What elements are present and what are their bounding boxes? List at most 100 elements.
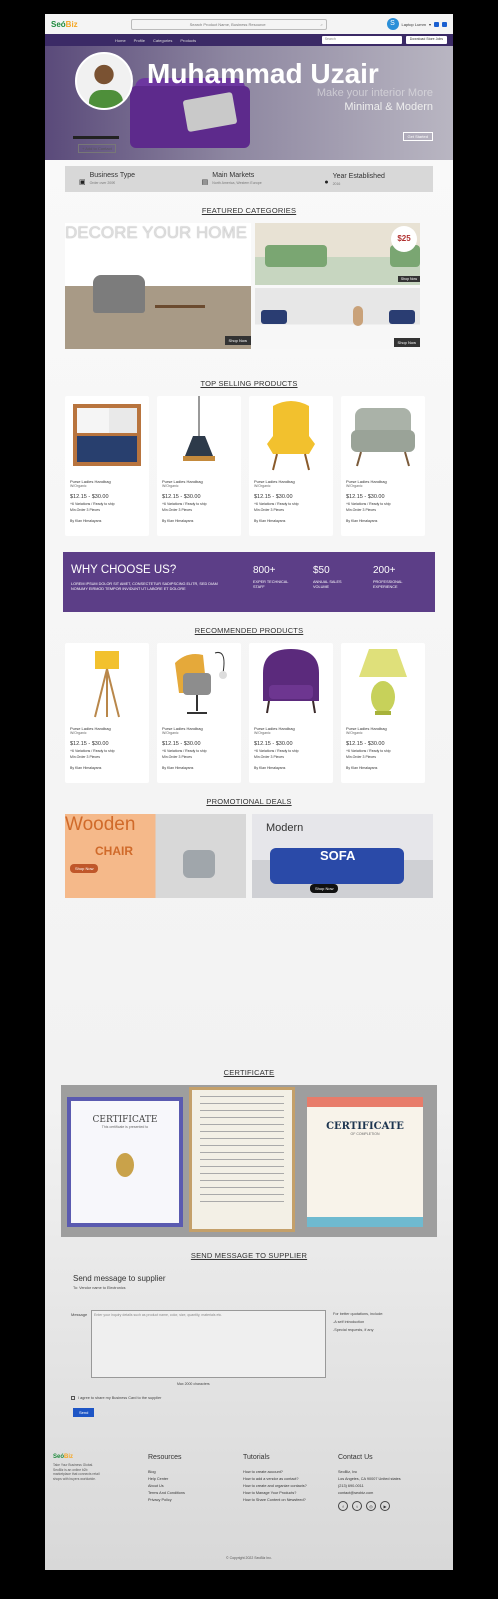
product-image <box>249 643 333 723</box>
certificate-gallery: CERTIFICATE This certificate is presente… <box>61 1085 437 1237</box>
nav-item-home[interactable]: Home <box>115 38 126 43</box>
product-card[interactable]: Purse Ladies Handbag W/Organic $12.15 - … <box>341 396 425 536</box>
shop-now-button[interactable]: Shop Now <box>224 336 251 345</box>
product-card[interactable]: Purse Ladies Handbag W/Organic $12.15 - … <box>341 643 425 783</box>
copyright: © Copyright 2022 SeoBiz Inc. <box>226 1556 272 1560</box>
message-label: Message <box>71 1312 88 1317</box>
footer-about: SeóBiz Take Your Business Global. SeoBiz… <box>53 1454 101 1481</box>
download-button[interactable]: Download Store Jobs <box>405 36 447 44</box>
market-icon: ▤ <box>201 179 209 186</box>
footer-link[interactable]: Blog <box>148 1469 185 1476</box>
product-card[interactable]: Purse Ladies Handbag W/Organic $12.15 - … <box>249 396 333 536</box>
product-card[interactable]: Purse Ladies Handbag W/Organic $12.15 - … <box>157 396 241 536</box>
seal-icon <box>116 1153 134 1177</box>
stat-staff: 800+ EXPER TECHNICAL STAFF <box>253 565 289 589</box>
search-icon[interactable]: ⌕ <box>320 22 322 27</box>
product-card[interactable]: Purse Ladies Handbag W/Organic $12.15 - … <box>65 396 149 536</box>
business-info-bar: ▣ Business Type Order over 200€ ▤ Main Ma… <box>65 166 433 192</box>
product-card[interactable]: Purse Ladies Handbag W/Organic $12.15 - … <box>249 643 333 783</box>
user-menu[interactable]: S Laptop Lumm ▾ <box>386 18 447 30</box>
nav-item-profile[interactable]: Profile <box>134 38 145 43</box>
nav-search-input[interactable]: Search <box>321 36 402 44</box>
product-image <box>341 396 425 476</box>
shop-now-button[interactable]: Shop Now <box>310 884 339 893</box>
hero-tagline: Make your interior More Minimal & Modern <box>316 87 433 113</box>
nav-item-categories[interactable]: Categories <box>153 38 172 43</box>
send-button[interactable]: Send <box>73 1408 95 1417</box>
footer-link[interactable]: About Us <box>148 1483 185 1490</box>
category-bedroom[interactable]: Shop Now <box>255 288 420 349</box>
char-limit-note: Max 2000 characters <box>177 1382 210 1386</box>
category-living-room[interactable]: $25 Shop Now <box>255 223 420 285</box>
footer-contact: Contact Us SeoBiz, Inc Los Angeles, CA 9… <box>338 1454 401 1511</box>
recipient-label: To: Vendor name to Electronics <box>73 1286 126 1290</box>
agree-checkbox[interactable]: I agree to share my Business Card to the… <box>71 1396 161 1400</box>
footer-link[interactable]: How to create account? <box>243 1469 307 1476</box>
calendar-icon: ● <box>324 178 329 186</box>
shop-now-button[interactable]: Shop Now <box>397 276 420 282</box>
footer-logo[interactable]: SeóBiz <box>53 1454 101 1460</box>
search-input[interactable]: Search Product Name, Business Resource ⌕ <box>131 18 327 30</box>
footer-link[interactable]: Terms And Conditions <box>148 1490 185 1497</box>
info-main-markets: ▤ Main Markets North America, Western Eur… <box>201 172 262 186</box>
why-choose-us-banner: WHY CHOOSE US? LOREM IPSUM DOLOR SIT AME… <box>63 552 435 612</box>
top-bar: SeóBiz Search Product Name, Business Res… <box>45 14 453 34</box>
footer-link[interactable]: Privacy Policy <box>148 1497 185 1504</box>
shop-now-button[interactable]: Shop Now <box>393 338 420 347</box>
green-sofa-image <box>265 245 327 267</box>
product-card[interactable]: Purse Ladies Handbag W/Organic $12.15 - … <box>157 643 241 783</box>
quotation-tips: For better quotations, include: -A self … <box>333 1312 384 1332</box>
chevron-down-icon: ▾ <box>428 21 431 27</box>
get-started-button[interactable]: Get Started <box>402 132 433 141</box>
instagram-icon[interactable]: ◎ <box>366 1501 376 1511</box>
facebook-icon[interactable]: f <box>338 1501 348 1511</box>
page: SeóBiz Search Product Name, Business Res… <box>45 14 453 1570</box>
add-contact-button[interactable]: + Add to Contact <box>78 144 116 153</box>
footer-link[interactable]: How to add a vendor as contact? <box>243 1476 307 1483</box>
youtube-icon[interactable]: ▶ <box>380 1501 390 1511</box>
form-heading: Send message to supplier <box>73 1274 166 1283</box>
footer-link[interactable]: Help Center <box>148 1476 185 1483</box>
featured-categories: DECORE YOUR HOME Shop Now $25 Shop Now S… <box>65 223 433 349</box>
certificate-document[interactable] <box>189 1087 295 1232</box>
product-image <box>157 643 241 723</box>
product-image <box>65 643 149 723</box>
recommended-title: RECOMMENDED PRODUCTS <box>194 626 304 635</box>
footer-link[interactable]: How to Manage Your Products? <box>243 1490 307 1497</box>
footer-resources: Resources Blog Help Center About Us Term… <box>148 1454 185 1504</box>
certificate-completion[interactable]: CERTIFICATE OF COMPLETION <box>307 1097 423 1227</box>
product-card[interactable]: Purse Ladies Handbag W/Organic $12.15 - … <box>65 643 149 783</box>
message-icon[interactable] <box>442 21 447 27</box>
pillow-image <box>261 310 287 324</box>
footer-link[interactable]: How to create and organize contacts? <box>243 1483 307 1490</box>
shop-now-button[interactable]: Shop Now <box>70 864 99 873</box>
nav-bar: Home Profile Categories Products Search … <box>45 34 453 46</box>
promotional-deals: Wooden CHAIR Shop Now Modern SOFA Shop N… <box>65 814 433 898</box>
promo-modern-sofa[interactable]: Modern SOFA Shop Now <box>252 814 433 898</box>
message-textarea[interactable]: Enter your inquiry details such as produ… <box>91 1310 326 1378</box>
logo[interactable]: SeóBiz <box>51 20 131 29</box>
footer-tutorials: Tutorials How to create account? How to … <box>243 1454 307 1504</box>
why-text: LOREM IPSUM DOLOR SIT AMET, CONSECTETUR … <box>71 582 218 591</box>
chair-image <box>93 275 145 313</box>
product-image <box>249 396 333 476</box>
chair-image <box>183 850 215 878</box>
stat-experience: 200+ PROFESSIONAL EXPERIENCE <box>373 565 403 589</box>
category-main-banner[interactable]: DECORE YOUR HOME Shop Now <box>65 223 251 349</box>
product-image <box>65 396 149 476</box>
info-year-established: ● Year Established 2016 <box>324 172 385 186</box>
twitter-icon[interactable]: t <box>352 1501 362 1511</box>
footer-link[interactable]: How to Share Content on Newsfeed? <box>243 1497 307 1504</box>
top-selling-title: TOP SELLING PRODUCTS <box>200 379 298 388</box>
notification-icon[interactable] <box>434 21 439 27</box>
footer: SeóBiz Take Your Business Global. SeoBiz… <box>45 1454 453 1570</box>
promotional-title: PROMOTIONAL DEALS <box>206 797 292 806</box>
side-table <box>73 136 119 139</box>
table-image <box>155 305 205 308</box>
stat-sales: $50 ANNUAL SALES VOLUME <box>313 565 342 589</box>
checkbox-icon[interactable] <box>71 1396 75 1400</box>
nav-item-products[interactable]: Products <box>180 38 196 43</box>
top-selling-products: Purse Ladies Handbag W/Organic $12.15 - … <box>65 396 433 536</box>
certificate-image[interactable]: CERTIFICATE This certificate is presente… <box>67 1097 183 1227</box>
promo-wooden-chair[interactable]: Wooden CHAIR Shop Now <box>65 814 246 898</box>
